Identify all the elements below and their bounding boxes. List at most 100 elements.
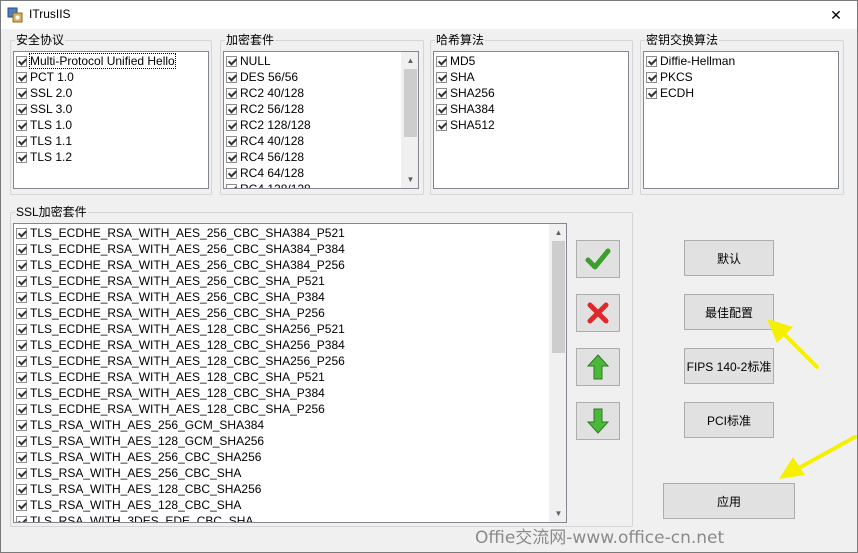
list-item[interactable]: TLS_ECDHE_RSA_WITH_AES_256_CBC_SHA384_P5… <box>16 225 564 241</box>
list-item[interactable]: DES 56/56 <box>226 69 416 85</box>
enable-button[interactable] <box>576 240 620 278</box>
checkbox[interactable] <box>16 243 27 255</box>
checkbox[interactable] <box>16 71 27 83</box>
list-item[interactable]: TLS_ECDHE_RSA_WITH_AES_128_CBC_SHA256_P3… <box>16 337 564 353</box>
checkbox[interactable] <box>16 227 27 239</box>
list-item[interactable]: NULL <box>226 53 416 69</box>
ssl-suites-scrollbar[interactable]: ▲ ▼ <box>549 224 566 522</box>
checkbox[interactable] <box>226 71 237 83</box>
pci-button[interactable]: PCI标准 <box>684 402 774 438</box>
checkbox[interactable] <box>16 87 27 99</box>
hashes-listbox[interactable]: MD5 SHA SHA256 SHA384 SHA512 <box>433 51 629 189</box>
checkbox[interactable] <box>16 275 27 287</box>
list-item[interactable]: TLS_ECDHE_RSA_WITH_AES_256_CBC_SHA_P521 <box>16 273 564 289</box>
ciphers-scrollbar[interactable]: ▲ ▼ <box>401 52 418 188</box>
checkbox[interactable] <box>16 307 27 319</box>
list-item[interactable]: RC4 56/128 <box>226 149 416 165</box>
checkbox[interactable] <box>646 71 657 83</box>
list-item[interactable]: RC2 56/128 <box>226 101 416 117</box>
move-down-button[interactable] <box>576 402 620 440</box>
checkbox[interactable] <box>16 103 27 115</box>
scroll-down-icon[interactable]: ▼ <box>550 505 566 522</box>
list-item[interactable]: RC2 40/128 <box>226 85 416 101</box>
checkbox[interactable] <box>16 119 27 131</box>
list-item[interactable]: TLS_RSA_WITH_AES_256_CBC_SHA <box>16 465 564 481</box>
scroll-thumb[interactable] <box>552 241 565 353</box>
list-item[interactable]: TLS_ECDHE_RSA_WITH_AES_128_CBC_SHA256_P5… <box>16 321 564 337</box>
ciphers-listbox[interactable]: NULL DES 56/56 RC2 40/128 RC2 56/128 RC2 128… <box>223 51 419 189</box>
checkbox[interactable] <box>226 183 237 188</box>
checkbox[interactable] <box>16 387 27 399</box>
checkbox[interactable] <box>226 55 237 67</box>
checkbox[interactable] <box>16 291 27 303</box>
scroll-down-icon[interactable]: ▼ <box>402 171 418 188</box>
list-item[interactable]: TLS_RSA_WITH_3DES_EDE_CBC_SHA <box>16 513 564 522</box>
list-item[interactable]: SHA <box>436 69 626 85</box>
list-item[interactable]: RC4 40/128 <box>226 133 416 149</box>
checkbox[interactable] <box>16 259 27 271</box>
checkbox[interactable] <box>436 103 447 115</box>
list-item[interactable]: TLS_ECDHE_RSA_WITH_AES_256_CBC_SHA384_P2… <box>16 257 564 273</box>
checkbox[interactable] <box>646 55 657 67</box>
scroll-up-icon[interactable]: ▲ <box>550 224 566 241</box>
list-item[interactable]: TLS_RSA_WITH_AES_128_CBC_SHA256 <box>16 481 564 497</box>
list-item[interactable]: TLS_ECDHE_RSA_WITH_AES_128_CBC_SHA_P521 <box>16 369 564 385</box>
list-item[interactable]: Diffie-Hellman <box>646 53 836 69</box>
checkbox[interactable] <box>226 151 237 163</box>
list-item[interactable]: TLS_ECDHE_RSA_WITH_AES_256_CBC_SHA384_P3… <box>16 241 564 257</box>
list-item[interactable]: PCT 1.0 <box>16 69 206 85</box>
list-item[interactable]: SHA384 <box>436 101 626 117</box>
checkbox[interactable] <box>436 71 447 83</box>
checkbox[interactable] <box>16 323 27 335</box>
scroll-thumb[interactable] <box>404 69 417 137</box>
ssl-suites-listbox[interactable]: TLS_ECDHE_RSA_WITH_AES_256_CBC_SHA384_P5… <box>13 223 567 523</box>
list-item[interactable]: TLS_ECDHE_RSA_WITH_AES_256_CBC_SHA_P384 <box>16 289 564 305</box>
close-button[interactable]: ✕ <box>821 3 851 27</box>
checkbox[interactable] <box>436 55 447 67</box>
checkbox[interactable] <box>16 419 27 431</box>
checkbox[interactable] <box>16 499 27 511</box>
list-item[interactable]: TLS 1.1 <box>16 133 206 149</box>
checkbox[interactable] <box>226 135 237 147</box>
list-item[interactable]: TLS_RSA_WITH_AES_256_CBC_SHA256 <box>16 449 564 465</box>
list-item[interactable]: TLS_RSA_WITH_AES_128_GCM_SHA256 <box>16 433 564 449</box>
key-exchange-listbox[interactable]: Diffie-Hellman PKCS ECDH <box>643 51 839 189</box>
checkbox[interactable] <box>16 483 27 495</box>
checkbox[interactable] <box>16 435 27 447</box>
checkbox[interactable] <box>16 355 27 367</box>
list-item[interactable]: TLS_ECDHE_RSA_WITH_AES_128_CBC_SHA_P384 <box>16 385 564 401</box>
checkbox[interactable] <box>16 55 27 67</box>
default-button[interactable]: 默认 <box>684 240 774 276</box>
apply-button[interactable]: 应用 <box>663 483 795 519</box>
checkbox[interactable] <box>16 135 27 147</box>
scroll-up-icon[interactable]: ▲ <box>402 52 418 69</box>
checkbox[interactable] <box>16 515 27 522</box>
list-item[interactable]: ECDH <box>646 85 836 101</box>
list-item[interactable]: TLS_ECDHE_RSA_WITH_AES_128_CBC_SHA_P256 <box>16 401 564 417</box>
checkbox[interactable] <box>16 451 27 463</box>
checkbox[interactable] <box>226 167 237 179</box>
list-item[interactable]: TLS 1.0 <box>16 117 206 133</box>
checkbox[interactable] <box>226 87 237 99</box>
list-item[interactable]: SHA512 <box>436 117 626 133</box>
checkbox[interactable] <box>226 103 237 115</box>
checkbox[interactable] <box>16 403 27 415</box>
checkbox[interactable] <box>16 339 27 351</box>
list-item[interactable]: RC4 64/128 <box>226 165 416 181</box>
list-item[interactable]: TLS_ECDHE_RSA_WITH_AES_128_CBC_SHA256_P2… <box>16 353 564 369</box>
list-item[interactable]: SSL 3.0 <box>16 101 206 117</box>
list-item[interactable]: RC4 128/128 <box>226 181 416 188</box>
checkbox[interactable] <box>436 119 447 131</box>
list-item[interactable]: SHA256 <box>436 85 626 101</box>
list-item[interactable]: TLS_RSA_WITH_AES_256_GCM_SHA384 <box>16 417 564 433</box>
list-item[interactable]: PKCS <box>646 69 836 85</box>
list-item[interactable]: MD5 <box>436 53 626 69</box>
disable-button[interactable] <box>576 294 620 332</box>
list-item[interactable]: TLS 1.2 <box>16 149 206 165</box>
checkbox[interactable] <box>436 87 447 99</box>
list-item[interactable]: RC2 128/128 <box>226 117 416 133</box>
list-item[interactable]: TLS_RSA_WITH_AES_128_CBC_SHA <box>16 497 564 513</box>
checkbox[interactable] <box>16 371 27 383</box>
list-item[interactable]: Multi-Protocol Unified Hello <box>16 53 206 69</box>
checkbox[interactable] <box>226 119 237 131</box>
